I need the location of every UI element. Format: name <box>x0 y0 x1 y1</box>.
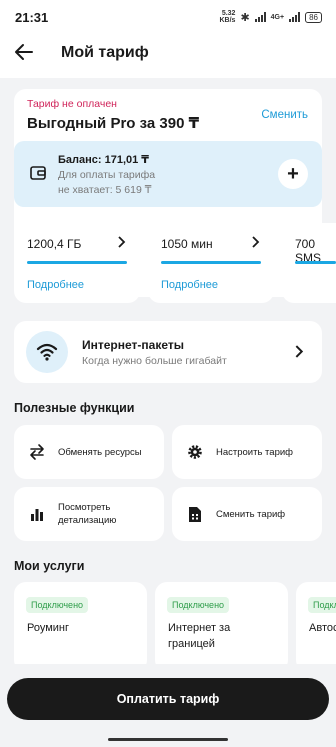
chevron-right-icon <box>295 345 304 358</box>
balance-note-2: не хватает: 5 619 ₸ <box>58 184 152 196</box>
function-change-plan[interactable]: Сменить тариф <box>172 487 322 541</box>
service-label: Роуминг <box>27 622 70 634</box>
resource-progress <box>161 261 261 264</box>
function-label: Сменить тариф <box>216 509 286 520</box>
service-label: Интернет за границей <box>168 622 231 650</box>
balance-box[interactable]: Баланс: 171,01 ₸ Для оплаты тарифа не хв… <box>14 141 322 207</box>
status-badge: Подкл <box>308 597 336 613</box>
network-speed: 5.32 KB/s <box>219 10 236 24</box>
app-bar: Мой тариф <box>0 28 336 78</box>
function-view-details[interactable]: Посмотреть детализацию <box>14 487 164 541</box>
pay-plan-button[interactable]: Оплатить тариф <box>7 678 329 720</box>
internet-packages-title: Интернет-пакеты <box>82 338 184 352</box>
gear-icon <box>185 442 205 462</box>
bar-chart-icon <box>27 504 47 524</box>
function-label: Настроить тариф <box>216 447 293 458</box>
arrow-left-icon[interactable] <box>12 40 36 64</box>
wifi-badge <box>26 331 68 373</box>
service-card-roaming[interactable]: Подключено Роуминг <box>14 582 147 672</box>
sim-card-icon <box>185 504 205 524</box>
chevron-right-icon <box>118 236 126 248</box>
resource-value: 1050 мин <box>161 237 213 251</box>
plan-status: Тариф не оплачен <box>27 98 117 110</box>
status-badge: Подключено <box>167 597 230 613</box>
top-up-button[interactable]: + <box>278 159 308 189</box>
function-label: Обменять ресурсы <box>58 447 142 458</box>
bluetooth-icon: ✱ <box>240 11 250 24</box>
status-bar: 21:31 5.32 KB/s ✱ 4G+ 86 <box>0 0 336 28</box>
service-card-partial[interactable]: Подкл Автос <box>296 582 336 672</box>
plan-name: Выгодный Pro за 390 ₸ <box>27 115 200 132</box>
home-indicator[interactable] <box>108 738 228 741</box>
useful-functions-title: Полезные функции <box>14 401 135 415</box>
my-services-title: Мои услуги <box>14 559 85 573</box>
resource-value: 1200,4 ГБ <box>27 237 82 251</box>
balance-note-1: Для оплаты тарифа <box>58 169 156 181</box>
internet-packages-card[interactable]: Интернет-пакеты Когда нужно больше гигаб… <box>14 321 322 383</box>
function-configure-plan[interactable]: Настроить тариф <box>172 425 322 479</box>
status-icons: 5.32 KB/s ✱ 4G+ 86 <box>219 10 322 24</box>
resource-more-link[interactable]: Подробнее <box>27 279 84 291</box>
chevron-right-icon <box>252 236 260 248</box>
battery-icon: 86 <box>305 11 322 23</box>
status-badge: Подключено <box>26 597 89 613</box>
signal-icon <box>254 12 266 22</box>
resource-card-minutes[interactable]: 1050 мин Подробнее <box>148 223 274 303</box>
resource-card-sms[interactable]: 700 SMS <box>282 223 336 303</box>
signal-2-icon <box>289 12 301 22</box>
balance-title: Баланс: 171,01 ₸ <box>58 154 149 166</box>
resource-more-link[interactable]: Подробнее <box>161 279 218 291</box>
function-label: Посмотреть детализацию <box>58 502 117 526</box>
change-plan-link[interactable]: Сменить <box>261 109 308 121</box>
page-title: Мой тариф <box>61 44 149 61</box>
wallet-icon <box>30 166 46 180</box>
internet-packages-subtitle: Когда нужно больше гигабайт <box>82 355 227 367</box>
resource-progress <box>27 261 127 264</box>
service-card-internet-abroad[interactable]: Подключено Интернет за границей <box>155 582 288 672</box>
resource-progress <box>295 261 336 264</box>
resource-card-internet[interactable]: 1200,4 ГБ Подробнее <box>14 223 140 303</box>
swap-arrows-icon <box>27 442 47 462</box>
network-type: 4G+ <box>270 13 285 21</box>
wifi-icon <box>36 343 58 361</box>
function-exchange-resources[interactable]: Обменять ресурсы <box>14 425 164 479</box>
service-label: Автос <box>309 622 336 634</box>
status-time: 21:31 <box>15 10 49 25</box>
plus-icon: + <box>287 163 299 185</box>
